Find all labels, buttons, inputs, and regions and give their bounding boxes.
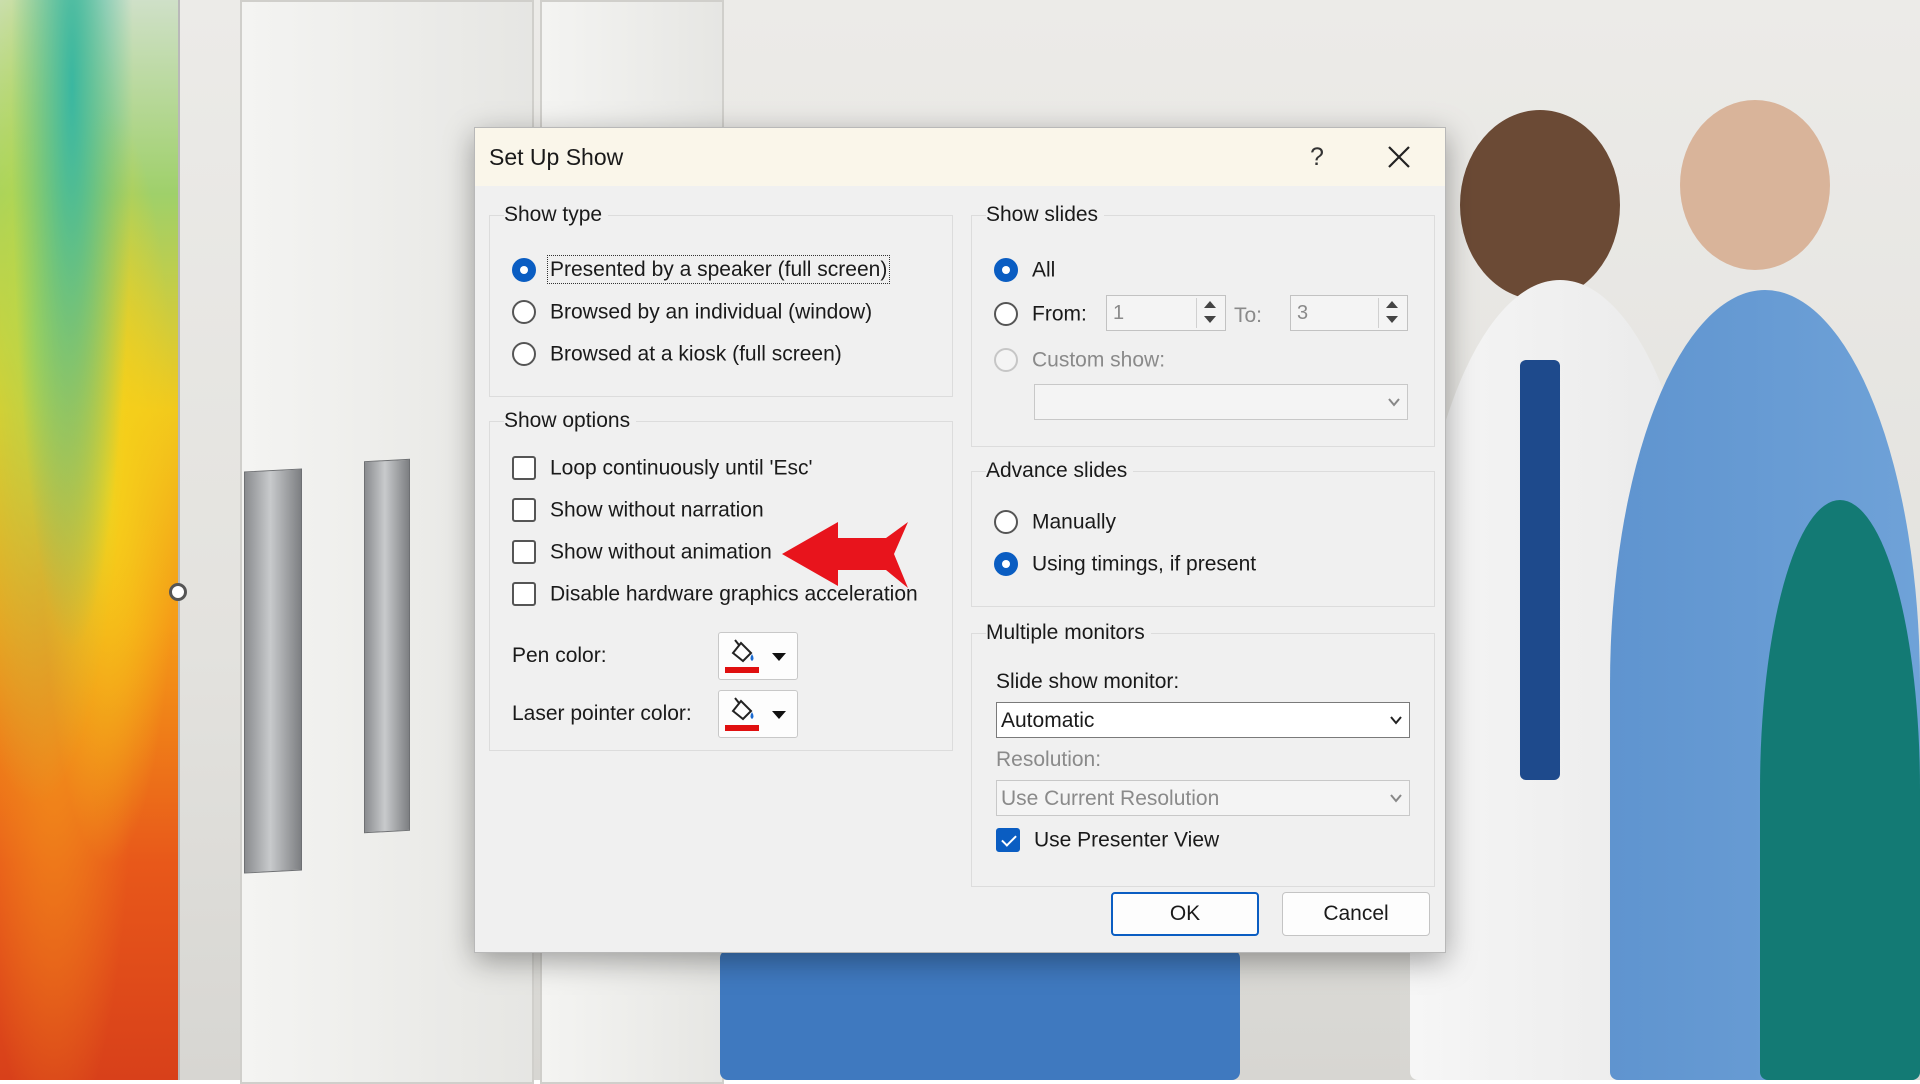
checkbox-label: Show without narration — [550, 498, 764, 522]
dialog-title: Set Up Show — [489, 144, 624, 170]
radio-button[interactable] — [994, 552, 1018, 577]
red-arrow-icon — [782, 522, 908, 588]
set-up-show-dialog: Set Up Show ? Show type Presented by a s… — [474, 127, 1446, 953]
radio-button[interactable] — [994, 302, 1018, 327]
checkbox-label: Show without animation — [550, 540, 772, 564]
multiple-monitors-legend: Multiple monitors — [986, 621, 1151, 645]
from-slide-value: 1 — [1113, 302, 1125, 324]
radio-browsed-by-individual[interactable]: Browsed by an individual (window) — [512, 300, 873, 325]
chevron-down-icon — [1390, 716, 1402, 725]
help-button[interactable]: ? — [1295, 138, 1339, 176]
show-slides-legend: Show slides — [986, 203, 1105, 227]
radio-label: Using timings, if present — [1032, 552, 1257, 576]
pen-color-label: Pen color: — [512, 644, 607, 667]
chevron-down-icon — [1390, 794, 1402, 803]
doctor-tie — [1520, 360, 1560, 780]
laser-color-swatch — [725, 725, 759, 731]
custom-show-select[interactable] — [1034, 384, 1408, 420]
slide-thumbnail-background — [0, 0, 180, 1080]
nurse-figure — [1680, 100, 1830, 270]
laser-pointer-color-button[interactable] — [718, 690, 798, 738]
radio-label: Browsed at a kiosk (full screen) — [550, 342, 842, 366]
radio-button[interactable] — [512, 300, 536, 325]
radio-presented-by-speaker[interactable]: Presented by a speaker (full screen) — [512, 255, 891, 285]
radio-button[interactable] — [512, 342, 536, 367]
from-slide-spinner[interactable]: 1 — [1106, 295, 1226, 331]
slide-show-monitor-select[interactable]: Automatic — [996, 702, 1410, 738]
radio-label: From: — [1032, 302, 1087, 326]
paint-bucket-icon — [731, 639, 754, 663]
ok-button[interactable]: OK — [1111, 892, 1259, 936]
slide-show-monitor-label: Slide show monitor: — [996, 670, 1180, 693]
radio-label: Presented by a speaker (full screen) — [546, 255, 891, 285]
checkbox[interactable] — [512, 456, 536, 481]
resolution-value: Use Current Resolution — [1001, 787, 1220, 810]
checkbox[interactable] — [512, 582, 536, 607]
advance-slides-group: Advance slides Manually Using timings, i… — [971, 459, 1435, 607]
radio-label: Custom show: — [1032, 348, 1166, 372]
doctor-figure — [1460, 110, 1620, 300]
resolution-label: Resolution: — [996, 748, 1102, 771]
show-slides-group: Show slides All From: 1 To: 3 Custom sho… — [971, 203, 1435, 447]
close-icon — [1388, 146, 1410, 168]
radio-all-slides[interactable]: All — [994, 258, 1056, 283]
door-push-plate — [244, 468, 302, 874]
close-button[interactable] — [1375, 138, 1423, 176]
show-type-group: Show type Presented by a speaker (full s… — [489, 203, 953, 397]
radio-browsed-at-kiosk[interactable]: Browsed at a kiosk (full screen) — [512, 342, 842, 367]
multiple-monitors-group: Multiple monitors Slide show monitor: Au… — [971, 621, 1435, 887]
checkbox-label: Use Presenter View — [1034, 828, 1220, 852]
radio-label: Manually — [1032, 510, 1117, 534]
cancel-button[interactable]: Cancel — [1282, 892, 1430, 936]
title-bar: Set Up Show ? — [475, 128, 1445, 186]
resolution-select[interactable]: Use Current Resolution — [996, 780, 1410, 816]
checkbox-show-without-narration[interactable]: Show without narration — [512, 498, 764, 523]
radio-label: Browsed by an individual (window) — [550, 300, 873, 324]
to-label: To: — [1234, 304, 1263, 327]
pen-color-button[interactable] — [718, 632, 798, 680]
spin-down-icon[interactable] — [1386, 316, 1398, 323]
radio-using-timings[interactable]: Using timings, if present — [994, 552, 1257, 577]
door-push-plate — [364, 458, 410, 834]
to-slide-value: 3 — [1297, 302, 1309, 324]
radio-from-slides[interactable]: From: — [994, 302, 1087, 327]
checkbox-loop-continuously[interactable]: Loop continuously until 'Esc' — [512, 456, 813, 481]
checkbox-use-presenter-view[interactable]: Use Presenter View — [996, 828, 1220, 853]
checkbox[interactable] — [512, 540, 536, 565]
radio-button[interactable] — [994, 258, 1018, 283]
spin-down-icon[interactable] — [1204, 316, 1216, 323]
spin-up-icon[interactable] — [1386, 301, 1398, 308]
checkbox[interactable] — [512, 498, 536, 523]
dropdown-arrow-icon — [772, 653, 786, 661]
resize-handle[interactable] — [169, 583, 187, 601]
nurse-teal-scrubs — [1760, 500, 1920, 1080]
radio-button[interactable] — [994, 348, 1018, 373]
show-options-legend: Show options — [504, 409, 637, 433]
pen-color-swatch — [725, 667, 759, 673]
checkbox[interactable] — [996, 828, 1020, 853]
dropdown-arrow-icon — [772, 711, 786, 719]
checkbox-show-without-animation[interactable]: Show without animation — [512, 540, 772, 565]
laser-pointer-color-label: Laser pointer color: — [512, 702, 692, 725]
radio-button[interactable] — [994, 510, 1018, 535]
radio-custom-show[interactable]: Custom show: — [994, 348, 1166, 373]
checkbox-label: Loop continuously until 'Esc' — [550, 456, 813, 480]
chevron-down-icon — [1388, 398, 1400, 407]
radio-button[interactable] — [512, 258, 536, 283]
spinner-arrows[interactable] — [1196, 298, 1223, 328]
spinner-arrows[interactable] — [1378, 298, 1405, 328]
show-type-legend: Show type — [504, 203, 609, 227]
to-slide-spinner[interactable]: 3 — [1290, 295, 1408, 331]
advance-slides-legend: Advance slides — [986, 459, 1134, 483]
monitor-value: Automatic — [1001, 709, 1095, 732]
radio-label: All — [1032, 258, 1056, 282]
paint-bucket-icon — [731, 697, 754, 721]
radio-manually[interactable]: Manually — [994, 510, 1117, 535]
scrubs-bottom — [720, 950, 1240, 1080]
spin-up-icon[interactable] — [1204, 301, 1216, 308]
